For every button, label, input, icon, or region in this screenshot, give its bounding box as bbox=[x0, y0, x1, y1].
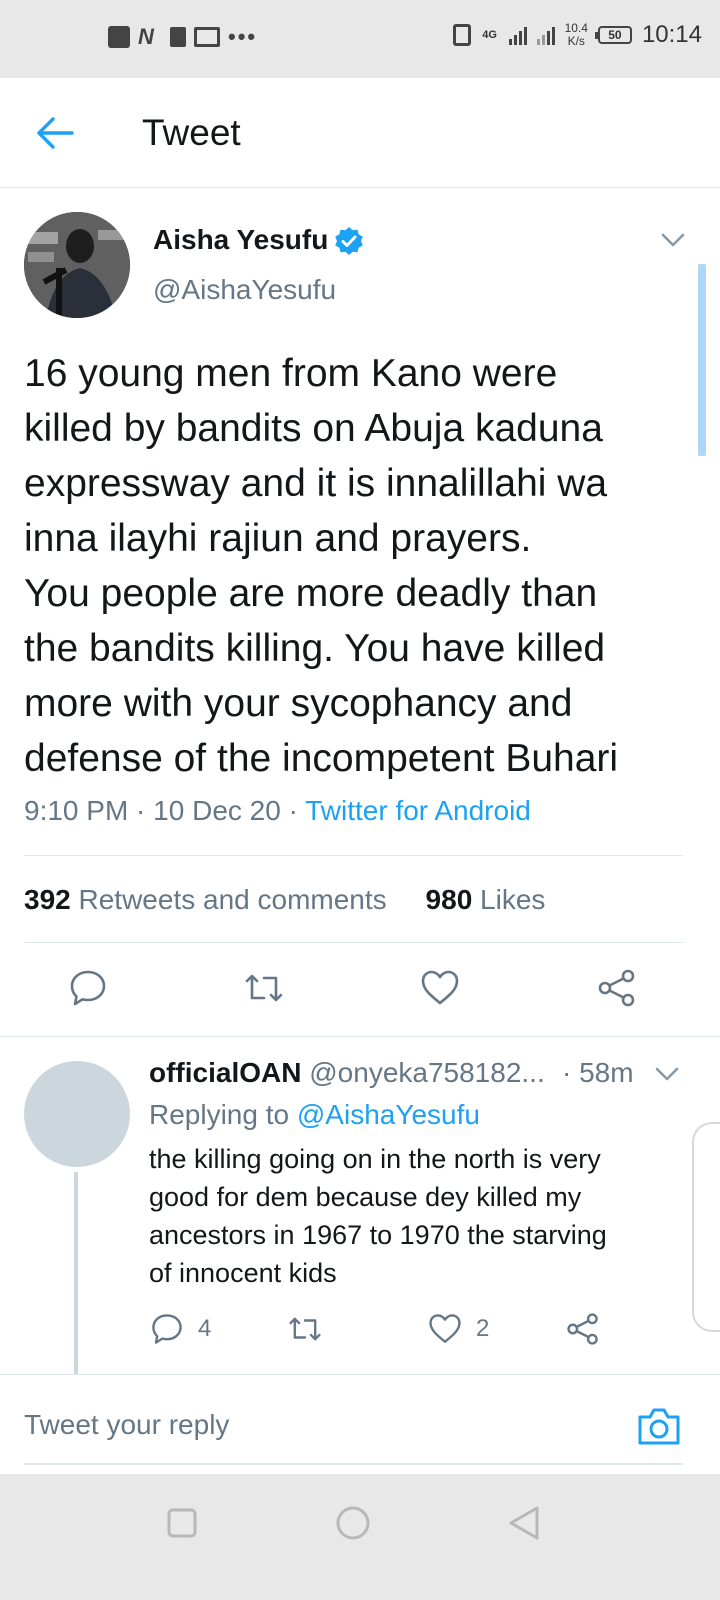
reply-icon bbox=[152, 1314, 182, 1344]
battery-icon: 50 bbox=[594, 26, 632, 44]
reply-text-line: ancestors in 1967 to 1970 the starving bbox=[149, 1220, 607, 1250]
thread-line bbox=[74, 1172, 78, 1374]
system-indicators: 4G 10.4 K/s 50 10:14 bbox=[452, 21, 702, 48]
reply-time: · 58m bbox=[562, 1057, 634, 1088]
system-nav-bar bbox=[0, 1474, 720, 1600]
share-icon[interactable] bbox=[597, 968, 637, 1008]
back-icon[interactable] bbox=[503, 1502, 545, 1544]
tweet-text-line: You people are more deadly than bbox=[24, 572, 598, 615]
speed-value: 10.4 bbox=[564, 21, 588, 35]
back-arrow-icon[interactable] bbox=[36, 116, 76, 150]
tweet-text: 16 young men from Kano were killed by ba… bbox=[24, 346, 694, 786]
camera-icon[interactable] bbox=[636, 1405, 682, 1447]
scrollbar[interactable] bbox=[698, 264, 706, 456]
divider bbox=[24, 942, 683, 943]
tweet-text-line: expressway and it is innalillahi wa bbox=[24, 462, 608, 505]
network-type: 4G bbox=[482, 28, 497, 41]
network-speed: 10.4 K/s bbox=[565, 22, 588, 48]
likes-stat[interactable]: 980 Likes bbox=[426, 884, 546, 915]
chevron-down-icon[interactable] bbox=[660, 232, 686, 248]
signal-icon bbox=[508, 25, 527, 45]
author-avatar[interactable] bbox=[24, 212, 130, 318]
more-notifications-icon: ••• bbox=[228, 24, 258, 49]
clock: 10:14 bbox=[641, 21, 702, 48]
retweet-icon[interactable] bbox=[244, 968, 284, 1008]
status-bar: N ••• 4G 10.4 K/s 50 10:14 bbox=[0, 0, 720, 78]
tweet-time: 9:10 PM bbox=[24, 795, 129, 826]
reply-author-handle[interactable]: @onyeka758182... bbox=[309, 1057, 544, 1088]
likes-count: 980 bbox=[425, 884, 473, 915]
tweet-date: 10 Dec 20 bbox=[153, 795, 281, 826]
notification-n-icon: N bbox=[138, 24, 154, 49]
recent-apps-icon[interactable] bbox=[161, 1502, 203, 1544]
home-icon[interactable] bbox=[332, 1502, 374, 1544]
notification-app-icon bbox=[108, 26, 130, 48]
replying-to: Replying to @AishaYesufu bbox=[149, 1099, 480, 1131]
reply-actions: 4 2 bbox=[140, 1308, 620, 1352]
replying-prefix: Replying to bbox=[149, 1099, 290, 1130]
reply-input[interactable]: Tweet your reply bbox=[24, 1409, 229, 1441]
reply-text-line: good for dem because dey killed my bbox=[149, 1182, 582, 1212]
notification-icons: N ••• bbox=[108, 26, 257, 48]
section-divider bbox=[0, 1036, 720, 1037]
reply-share-button[interactable] bbox=[566, 1312, 600, 1346]
author-handle[interactable]: @AishaYesufu bbox=[153, 274, 336, 306]
reply-chevron-down-icon[interactable] bbox=[654, 1066, 680, 1082]
tweet-text-line: inna ilayhi rajiun and prayers. bbox=[24, 517, 532, 560]
reply-retweet-button[interactable] bbox=[288, 1312, 322, 1346]
divider bbox=[24, 855, 683, 856]
reply-author-avatar[interactable] bbox=[24, 1061, 130, 1167]
tweet-text-line: more with your sycophancy and bbox=[24, 682, 573, 725]
retweets-stat[interactable]: 392 Retweets and comments bbox=[24, 884, 387, 915]
tweet-stats: 392 Retweets and comments 980 Likes bbox=[24, 884, 545, 916]
reply-icon[interactable] bbox=[68, 968, 108, 1008]
reply-comments-count: 4 bbox=[198, 1315, 212, 1342]
share-icon bbox=[567, 1313, 598, 1345]
reply-like-button[interactable]: 2 bbox=[428, 1312, 489, 1346]
reply-comment-button[interactable]: 4 bbox=[150, 1312, 211, 1346]
heart-icon bbox=[429, 1314, 461, 1343]
vibrate-icon bbox=[452, 24, 471, 46]
retweets-count: 392 bbox=[24, 884, 71, 915]
author-name[interactable]: Aisha Yesufu bbox=[153, 224, 328, 256]
tweet-text-line: killed by bandits on Abuja kaduna bbox=[24, 407, 603, 450]
reply-text-line: of innocent kids bbox=[149, 1258, 337, 1288]
retweet-icon bbox=[289, 1317, 321, 1341]
tweet-meta: 9:10 PM · 10 Dec 20 · Twitter for Androi… bbox=[24, 795, 531, 826]
reply-likes-count: 2 bbox=[476, 1315, 490, 1342]
notification-mail-icon bbox=[194, 27, 220, 47]
speed-unit: K/s bbox=[567, 34, 585, 48]
notification-lock-icon bbox=[170, 27, 186, 47]
signal-2-icon bbox=[536, 25, 555, 45]
top-app-bar: Tweet bbox=[0, 78, 720, 188]
retweets-label: Retweets and comments bbox=[78, 884, 387, 915]
verified-badge-icon bbox=[335, 227, 363, 255]
reply-text: the killing going on in the north is ver… bbox=[149, 1140, 669, 1292]
likes-label: Likes bbox=[480, 884, 546, 915]
page-title: Tweet bbox=[142, 112, 241, 153]
tweet-text-line: 16 young men from Kano were bbox=[24, 352, 558, 395]
reply-author-name[interactable]: officialOAN bbox=[149, 1057, 301, 1088]
tweet-actions bbox=[0, 960, 720, 1020]
heart-icon[interactable] bbox=[420, 968, 460, 1008]
tweet-source-link[interactable]: Twitter for Android bbox=[305, 795, 531, 826]
tweet-text-line: defense of the incompetent Buhari bbox=[24, 737, 619, 780]
edge-panel-handle[interactable] bbox=[692, 1122, 720, 1332]
reply-composer: Tweet your reply bbox=[0, 1374, 720, 1474]
composer-underline bbox=[24, 1463, 683, 1465]
replying-to-handle[interactable]: @AishaYesufu bbox=[297, 1099, 480, 1130]
tweet-text-line: the bandits killing. You have killed bbox=[24, 627, 606, 670]
reply-text-line: the killing going on in the north is ver… bbox=[149, 1144, 601, 1174]
